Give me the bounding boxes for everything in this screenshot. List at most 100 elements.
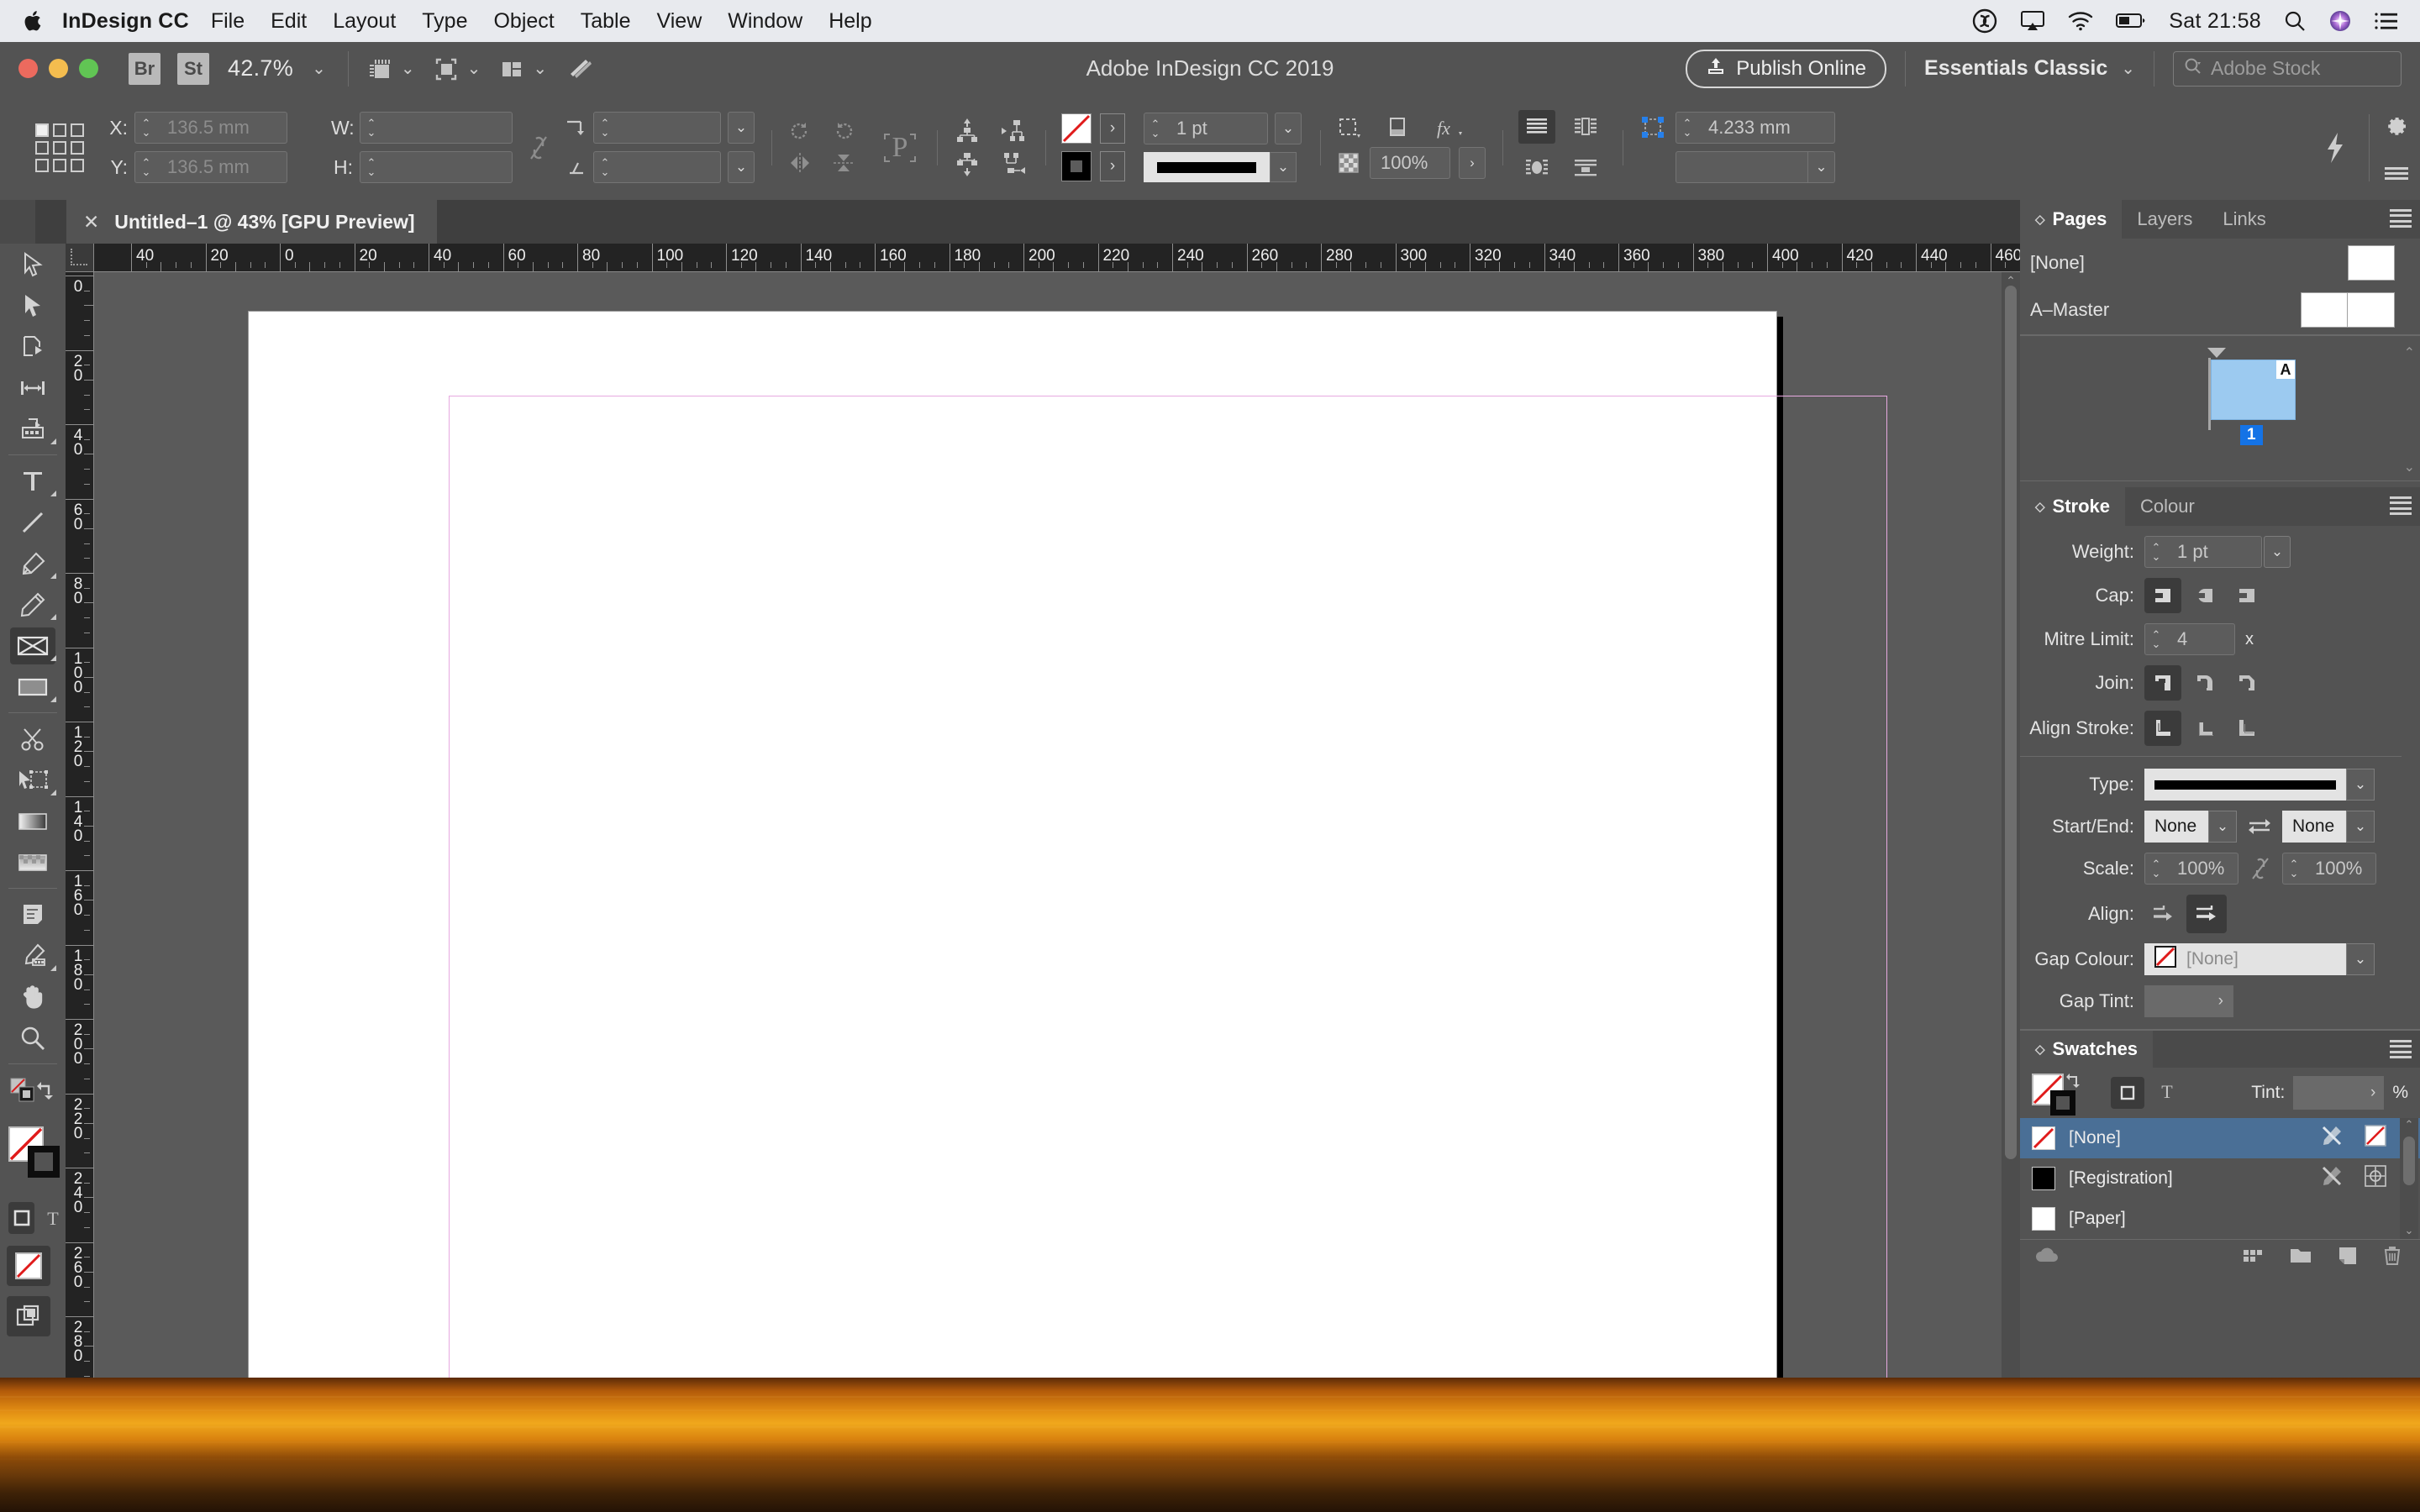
page-thumbnail-1[interactable]: A bbox=[2211, 360, 2296, 420]
scale-start-field[interactable]: ⌃ ⌄ 100% bbox=[2144, 853, 2238, 885]
formatting-affects-container-icon[interactable] bbox=[2111, 1077, 2144, 1109]
workspace-switcher-label[interactable]: Essentials Classic bbox=[1924, 56, 2107, 81]
colour-group-cloud-icon[interactable] bbox=[2033, 1247, 2062, 1269]
show-all-swatches-icon[interactable] bbox=[2242, 1247, 2264, 1269]
rotate-counterclockwise-icon[interactable] bbox=[831, 120, 856, 144]
menu-object[interactable]: Object bbox=[493, 9, 554, 34]
align-to-edge-icon[interactable] bbox=[2186, 895, 2227, 933]
menu-help[interactable]: Help bbox=[829, 9, 871, 34]
stroke-swatch-none[interactable] bbox=[1061, 113, 1092, 144]
menu-type[interactable]: Type bbox=[422, 9, 467, 34]
scissors-tool[interactable] bbox=[0, 718, 66, 759]
publish-online-button[interactable]: Publish Online bbox=[1686, 49, 1887, 88]
object-style-dropdown[interactable]: ⌄ bbox=[1807, 152, 1834, 182]
reference-point-proxy[interactable] bbox=[35, 123, 84, 172]
gap-tint-flyout-icon[interactable]: › bbox=[2218, 992, 2223, 1011]
w-stepper[interactable]: ⌃ ⌄ bbox=[360, 118, 382, 138]
normal-view-mode-icon[interactable] bbox=[7, 1296, 50, 1336]
new-swatch-icon[interactable] bbox=[2338, 1246, 2358, 1270]
tab-colour[interactable]: Colour bbox=[2125, 487, 2210, 526]
view-options-icon[interactable] bbox=[367, 56, 392, 81]
stroke-panel-menu-icon[interactable] bbox=[2390, 496, 2412, 515]
direct-selection-tool[interactable] bbox=[0, 285, 66, 326]
page-tool[interactable] bbox=[0, 326, 66, 367]
rectangle-tool[interactable] bbox=[0, 666, 66, 707]
x-field[interactable]: ⌃ ⌄ 136.5 mm bbox=[134, 112, 287, 144]
x-stepper[interactable]: ⌃ ⌄ bbox=[135, 118, 157, 138]
ruler-origin-corner[interactable] bbox=[66, 244, 94, 272]
zoom-tool[interactable] bbox=[0, 1017, 66, 1058]
y-field[interactable]: ⌃ ⌄ 136.5 mm bbox=[134, 151, 287, 183]
tool-submenu-indicator[interactable] bbox=[50, 655, 56, 661]
tool-submenu-indicator[interactable] bbox=[50, 696, 56, 702]
mitre-limit-field[interactable]: ⌃ ⌄ 4 bbox=[2144, 623, 2235, 655]
chevron-down-icon[interactable]: ⌄ bbox=[533, 58, 547, 79]
zoom-level-value[interactable]: 42.7% bbox=[228, 55, 293, 81]
zoom-button[interactable] bbox=[79, 59, 98, 78]
rotation-stepper[interactable]: ⌃ ⌄ bbox=[594, 118, 616, 138]
stroke-weight-stepper[interactable]: ⌃ ⌄ bbox=[2145, 542, 2167, 562]
stroke-swatch-black[interactable] bbox=[27, 1145, 60, 1183]
spotlight-search-icon[interactable] bbox=[2284, 10, 2306, 32]
apply-none-icon[interactable] bbox=[7, 1246, 50, 1286]
siri-icon[interactable] bbox=[2328, 9, 2352, 33]
hand-tool[interactable] bbox=[0, 976, 66, 1017]
free-transform-tool[interactable] bbox=[0, 759, 66, 801]
menu-window[interactable]: Window bbox=[728, 9, 802, 34]
minimize-button[interactable] bbox=[49, 59, 68, 78]
master-row-a[interactable]: A–Master bbox=[2020, 287, 2420, 333]
formatting-affects-text-icon[interactable]: T bbox=[2156, 1080, 2178, 1106]
airplay-icon[interactable] bbox=[2020, 10, 2045, 32]
gap-colour-dropdown[interactable]: ⌄ bbox=[2346, 943, 2375, 975]
stroke-style-dropdown[interactable]: ⌄ bbox=[1270, 152, 1297, 182]
gap-tool[interactable] bbox=[0, 367, 66, 408]
tool-submenu-indicator[interactable] bbox=[50, 573, 56, 579]
stroke-weight-field[interactable]: ⌃ ⌄ 1 pt bbox=[1144, 113, 1268, 144]
end-value-field[interactable]: None bbox=[2282, 811, 2346, 843]
type-tool[interactable] bbox=[0, 460, 66, 501]
fill-swatch-black[interactable] bbox=[1061, 151, 1092, 181]
stroke-type-dropdown[interactable]: ⌄ bbox=[2346, 769, 2375, 801]
send-backward-icon[interactable] bbox=[1000, 151, 1028, 176]
stock-button[interactable]: St bbox=[177, 52, 209, 85]
round-join-icon[interactable] bbox=[2186, 665, 2223, 701]
rotation-dropdown[interactable]: ⌄ bbox=[728, 112, 755, 144]
bring-to-front-icon[interactable] bbox=[953, 118, 981, 144]
y-stepper[interactable]: ⌃ ⌄ bbox=[135, 157, 157, 177]
opacity-flyout[interactable]: › bbox=[1459, 147, 1486, 179]
canvas-vertical-scrollbar[interactable]: ⌃ ⌄ bbox=[2002, 272, 2020, 1442]
tool-submenu-indicator[interactable] bbox=[50, 614, 56, 620]
transform-field[interactable]: ⌃ ⌄ 4.233 mm bbox=[1676, 112, 1835, 144]
swatches-scrollbar[interactable]: ⌃ ⌄ bbox=[2400, 1118, 2418, 1239]
stroke-weight-dropdown[interactable]: ⌄ bbox=[1275, 113, 1302, 144]
stroke-weight-dropdown[interactable]: ⌄ bbox=[2264, 536, 2291, 568]
scale-start-stepper[interactable]: ⌃ ⌄ bbox=[2145, 858, 2167, 879]
creative-cloud-icon[interactable] bbox=[1972, 8, 1997, 34]
tool-submenu-indicator[interactable] bbox=[50, 790, 56, 795]
menu-file[interactable]: File bbox=[211, 9, 245, 34]
menu-layout[interactable]: Layout bbox=[333, 9, 396, 34]
tab-layers[interactable]: Layers bbox=[2122, 200, 2208, 239]
swatches-stroke-black-icon[interactable] bbox=[2050, 1090, 2077, 1121]
object-style-field[interactable]: ⌄ bbox=[1676, 151, 1835, 183]
swatches-panel-menu-icon[interactable] bbox=[2390, 1040, 2412, 1058]
panel-collapse-icon[interactable]: ◇ bbox=[2035, 499, 2045, 514]
tool-submenu-indicator[interactable] bbox=[50, 438, 56, 444]
end-dropdown[interactable]: ⌄ bbox=[2346, 811, 2375, 843]
wifi-icon[interactable] bbox=[2068, 11, 2093, 31]
swatch-row-paper[interactable]: [Paper] bbox=[2020, 1199, 2420, 1239]
send-to-back-icon[interactable] bbox=[953, 151, 981, 176]
gap-colour-field[interactable]: [None] bbox=[2144, 943, 2346, 975]
bring-forward-icon[interactable] bbox=[1000, 118, 1028, 144]
pasteboard[interactable] bbox=[94, 272, 2020, 1442]
text-wrap-jump-object-button[interactable] bbox=[1567, 151, 1604, 185]
butt-cap-icon[interactable] bbox=[2144, 578, 2181, 613]
swatch-row-registration[interactable]: [Registration] bbox=[2020, 1158, 2420, 1199]
fill-swatch-menu[interactable]: › bbox=[1100, 151, 1125, 181]
formatting-affects-container-icon[interactable] bbox=[8, 1202, 34, 1234]
pages-scroll-down-icon[interactable]: ⌄ bbox=[2404, 459, 2415, 475]
formatting-affects-text-icon[interactable]: T bbox=[39, 1202, 66, 1234]
stroke-panel-weight-field[interactable]: ⌃ ⌄ 1 pt bbox=[2144, 536, 2262, 568]
expand-panels-icon[interactable]: expand-panels-icon bbox=[0, 200, 35, 244]
flip-vertical-icon[interactable] bbox=[831, 151, 856, 175]
